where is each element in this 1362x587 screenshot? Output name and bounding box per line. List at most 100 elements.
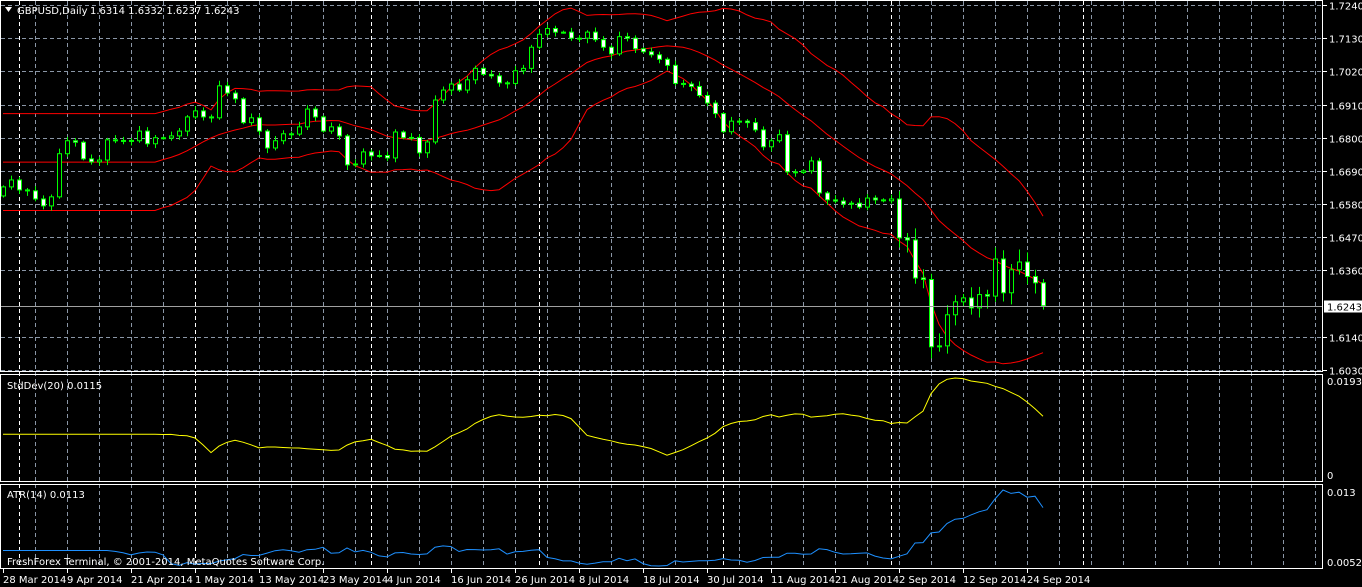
candle [857,198,862,210]
bear-candle-body [593,31,598,41]
bear-candle-body [505,82,510,85]
time-tick-label: 1 May 2014 [195,575,254,586]
candle [657,51,662,64]
price-chart[interactable]: 1.7240 1.7130 1.7020 1.6910 1.6800 1.6690 1.65… [0,0,1362,587]
bull-candle-body [977,294,982,309]
bull-candle-body [953,301,958,316]
bull-candle-body [521,67,526,72]
bear-candle-body [817,160,822,194]
bear-candle-body [929,279,934,348]
bear-candle-body [41,198,46,207]
bull-candle-body [137,130,142,142]
candle [377,150,382,158]
candle [385,151,390,162]
candle [137,125,142,143]
candle [249,113,254,126]
candle [745,119,750,128]
stddev-axis-max: 0.0193 [1327,377,1362,388]
bear-candle-body [857,202,862,208]
candle [201,107,206,121]
candle [369,149,374,161]
bull-candle-body [585,31,590,39]
candle [1041,278,1046,310]
bear-candle-body [161,137,166,140]
time-tick-label: 8 Jul 2014 [579,575,629,586]
candle [313,106,318,122]
candle [961,294,966,306]
candle [1025,252,1030,285]
bear-candle-body [345,135,350,166]
candle [689,81,694,92]
candle [817,157,822,197]
candle [889,194,894,204]
bear-candle-body [497,75,502,84]
candle [697,81,702,98]
bull-candle-body [993,258,998,297]
bear-candle-body [1041,282,1046,307]
atr-axis-min: 0.0052 [1327,558,1362,569]
bear-candle-body [1033,275,1038,284]
candle [49,194,54,211]
bull-candle-body [465,79,470,91]
bull-candle-body [153,137,158,145]
bear-candle-body [89,158,94,163]
bull-candle-body [769,140,774,148]
bull-candle-body [177,130,182,137]
candle [233,90,238,104]
bear-candle-body [265,130,270,149]
bull-candle-body [409,136,414,139]
candle [593,27,598,43]
bear-candle-body [489,73,494,77]
bear-candle-body [713,102,718,115]
bear-candle-body [73,140,78,143]
bull-candle-body [273,140,278,149]
bear-candle-body [793,171,798,174]
candle [793,169,798,177]
bear-candle-body [553,28,558,33]
bear-candle-body [673,64,678,84]
candle [777,129,782,143]
bull-candle-body [57,153,62,198]
candle [81,140,86,161]
candle [577,35,582,43]
triangle-down-icon[interactable] [5,7,12,12]
bear-candle-body [625,36,630,39]
bear-candle-body [33,190,38,200]
bear-candle-body [649,51,654,56]
indicator-lines [3,377,1044,567]
candle [1033,269,1038,294]
candle [393,129,398,163]
bear-candle-body [337,126,342,137]
candle [801,169,806,174]
candle [865,194,870,211]
candle [937,333,942,352]
candle [545,24,550,38]
bear-candle-body [481,67,486,75]
bull-candle-body [537,33,542,48]
bull-candle-body [353,163,358,166]
bull-candle-body [361,151,366,165]
candle [553,25,558,37]
bear-candle-body [833,199,838,202]
bear-candle-body [313,108,318,118]
bear-candle-body [841,200,846,205]
bull-candle-body [1,186,6,197]
candle [41,195,46,210]
price-axis[interactable]: 1.7240 1.7130 1.7020 1.6910 1.6800 1.6690 1.65… [1323,2,1362,378]
candle [305,105,310,131]
candle [321,115,326,133]
bull-candle-body [961,297,966,303]
bull-candle-body [529,46,534,69]
bear-candle-body [825,192,830,201]
bull-candle-body [441,89,446,101]
candle [89,154,94,165]
time-tick-label: 16 Jun 2014 [451,575,511,586]
stddev-panel [0,374,1323,482]
bull-candle-body [737,120,742,123]
time-tick-label: 13 May 2014 [259,575,324,586]
bear-candle-body [385,155,390,159]
time-axis[interactable]: 28 Mar 2014 9 Apr 2014 21 Apr 2014 1 May 20… [3,569,1090,586]
stddev-line [3,377,1044,456]
candle [809,156,814,174]
candle [825,190,830,205]
